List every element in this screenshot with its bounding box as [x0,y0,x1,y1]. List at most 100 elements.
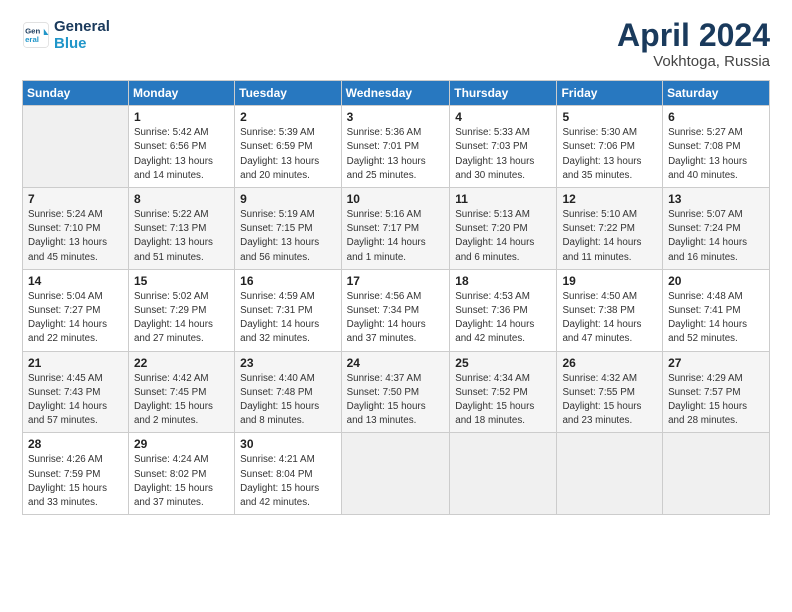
day-number: 20 [668,274,764,288]
day-number: 23 [240,356,335,370]
day-number: 7 [28,192,123,206]
day-cell: 16Sunrise: 4:59 AMSunset: 7:31 PMDayligh… [235,269,341,351]
day-number: 27 [668,356,764,370]
day-info: Sunrise: 5:13 AMSunset: 7:20 PMDaylight:… [455,208,551,265]
header: Gen eral General Blue April 2024 Vokhtog… [22,18,770,70]
day-cell: 23Sunrise: 4:40 AMSunset: 7:48 PMDayligh… [235,351,341,433]
day-cell: 17Sunrise: 4:56 AMSunset: 7:34 PMDayligh… [341,269,450,351]
weekday-header-friday: Friday [557,81,663,106]
weekday-header-tuesday: Tuesday [235,81,341,106]
day-number: 11 [455,192,551,206]
day-number: 13 [668,192,764,206]
day-info: Sunrise: 5:02 AMSunset: 7:29 PMDaylight:… [134,290,229,347]
day-number: 21 [28,356,123,370]
day-number: 22 [134,356,229,370]
weekday-header-thursday: Thursday [450,81,557,106]
day-cell: 24 Sunrise: 4:37 AMSunset: 7:50 PMDayligh… [341,351,450,433]
day-info: Sunrise: 5:36 AMSunset: 7:01 PMDaylight:… [347,126,445,183]
weekday-header-wednesday: Wednesday [341,81,450,106]
weekday-header-monday: Monday [128,81,234,106]
day-cell: 11 Sunrise: 5:13 AMSunset: 7:20 PMDayligh… [450,188,557,270]
weekday-header-row: SundayMondayTuesdayWednesdayThursdayFrid… [23,81,770,106]
day-number: 3 [347,110,445,124]
day-number: 24 [347,356,445,370]
day-cell: 28 Sunrise: 4:26 AMSunset: 7:59 PMDayligh… [23,433,129,515]
day-number: 16 [240,274,335,288]
day-info: Sunrise: 4:42 AMSunset: 7:45 PMDaylight:… [134,372,229,429]
day-cell [23,106,129,188]
day-cell: 8 Sunrise: 5:22 AMSunset: 7:13 PMDaylight… [128,188,234,270]
day-info: Sunrise: 5:19 AMSunset: 7:15 PMDaylight:… [240,208,335,265]
day-info: Sunrise: 4:24 AMSunset: 8:02 PMDaylight:… [134,453,229,510]
day-info: Sunrise: 5:04 AMSunset: 7:27 PMDaylight:… [28,290,123,347]
day-cell: 29 Sunrise: 4:24 AMSunset: 8:02 PMDayligh… [128,433,234,515]
day-info: Sunrise: 4:53 AMSunset: 7:36 PMDaylight:… [455,290,551,347]
day-number: 8 [134,192,229,206]
day-cell: 26Sunrise: 4:32 AMSunset: 7:55 PMDayligh… [557,351,663,433]
svg-text:Gen: Gen [25,27,40,36]
day-info: Sunrise: 4:29 AMSunset: 7:57 PMDaylight:… [668,372,764,429]
day-cell [341,433,450,515]
day-cell: 15 Sunrise: 5:02 AMSunset: 7:29 PMDayligh… [128,269,234,351]
day-info: Sunrise: 4:48 AMSunset: 7:41 PMDaylight:… [668,290,764,347]
day-cell: 9Sunrise: 5:19 AMSunset: 7:15 PMDaylight… [235,188,341,270]
day-cell: 2 Sunrise: 5:39 AMSunset: 6:59 PMDaylight… [235,106,341,188]
title-location: Vokhtoga, Russia [617,53,770,70]
day-number: 12 [562,192,657,206]
day-info: Sunrise: 4:50 AMSunset: 7:38 PMDaylight:… [562,290,657,347]
day-cell: 22 Sunrise: 4:42 AMSunset: 7:45 PMDayligh… [128,351,234,433]
day-cell: 4 Sunrise: 5:33 AMSunset: 7:03 PMDaylight… [450,106,557,188]
day-info: Sunrise: 4:37 AMSunset: 7:50 PMDaylight:… [347,372,445,429]
day-cell: 5Sunrise: 5:30 AMSunset: 7:06 PMDaylight… [557,106,663,188]
title-block: April 2024 Vokhtoga, Russia [617,18,770,70]
day-info: Sunrise: 5:22 AMSunset: 7:13 PMDaylight:… [134,208,229,265]
day-cell: 14 Sunrise: 5:04 AMSunset: 7:27 PMDayligh… [23,269,129,351]
logo: Gen eral General Blue [22,18,110,53]
day-number: 28 [28,437,123,451]
day-number: 30 [240,437,335,451]
day-cell: 25 Sunrise: 4:34 AMSunset: 7:52 PMDayligh… [450,351,557,433]
day-info: Sunrise: 4:21 AMSunset: 8:04 PMDaylight:… [240,453,335,510]
day-cell [450,433,557,515]
day-info: Sunrise: 4:32 AMSunset: 7:55 PMDaylight:… [562,372,657,429]
weekday-header-saturday: Saturday [663,81,770,106]
day-info: Sunrise: 5:39 AMSunset: 6:59 PMDaylight:… [240,126,335,183]
week-row-2: 7 Sunrise: 5:24 AMSunset: 7:10 PMDaylight… [23,188,770,270]
day-info: Sunrise: 4:26 AMSunset: 7:59 PMDaylight:… [28,453,123,510]
day-number: 14 [28,274,123,288]
day-number: 19 [562,274,657,288]
day-number: 15 [134,274,229,288]
day-cell: 10Sunrise: 5:16 AMSunset: 7:17 PMDayligh… [341,188,450,270]
day-cell: 3 Sunrise: 5:36 AMSunset: 7:01 PMDaylight… [341,106,450,188]
day-number: 29 [134,437,229,451]
day-number: 17 [347,274,445,288]
day-cell: 20 Sunrise: 4:48 AMSunset: 7:41 PMDayligh… [663,269,770,351]
day-cell: 19 Sunrise: 4:50 AMSunset: 7:38 PMDayligh… [557,269,663,351]
day-cell: 27 Sunrise: 4:29 AMSunset: 7:57 PMDayligh… [663,351,770,433]
day-info: Sunrise: 5:16 AMSunset: 7:17 PMDaylight:… [347,208,445,265]
day-cell [663,433,770,515]
day-info: Sunrise: 5:07 AMSunset: 7:24 PMDaylight:… [668,208,764,265]
day-number: 6 [668,110,764,124]
day-cell: 12 Sunrise: 5:10 AMSunset: 7:22 PMDayligh… [557,188,663,270]
day-cell: 21 Sunrise: 4:45 AMSunset: 7:43 PMDayligh… [23,351,129,433]
day-cell: 1 Sunrise: 5:42 AMSunset: 6:56 PMDaylight… [128,106,234,188]
day-info: Sunrise: 5:24 AMSunset: 7:10 PMDaylight:… [28,208,123,265]
logo-text: General Blue [54,18,110,53]
week-row-4: 21 Sunrise: 4:45 AMSunset: 7:43 PMDayligh… [23,351,770,433]
day-info: Sunrise: 5:42 AMSunset: 6:56 PMDaylight:… [134,126,229,183]
day-number: 18 [455,274,551,288]
day-number: 25 [455,356,551,370]
week-row-1: 1 Sunrise: 5:42 AMSunset: 6:56 PMDaylight… [23,106,770,188]
day-info: Sunrise: 5:27 AMSunset: 7:08 PMDaylight:… [668,126,764,183]
day-info: Sunrise: 5:10 AMSunset: 7:22 PMDaylight:… [562,208,657,265]
day-number: 2 [240,110,335,124]
day-cell: 13 Sunrise: 5:07 AMSunset: 7:24 PMDayligh… [663,188,770,270]
day-info: Sunrise: 4:45 AMSunset: 7:43 PMDaylight:… [28,372,123,429]
day-info: Sunrise: 5:30 AMSunset: 7:06 PMDaylight:… [562,126,657,183]
day-info: Sunrise: 4:34 AMSunset: 7:52 PMDaylight:… [455,372,551,429]
day-number: 4 [455,110,551,124]
calendar: SundayMondayTuesdayWednesdayThursdayFrid… [22,80,770,515]
day-number: 1 [134,110,229,124]
day-info: Sunrise: 5:33 AMSunset: 7:03 PMDaylight:… [455,126,551,183]
